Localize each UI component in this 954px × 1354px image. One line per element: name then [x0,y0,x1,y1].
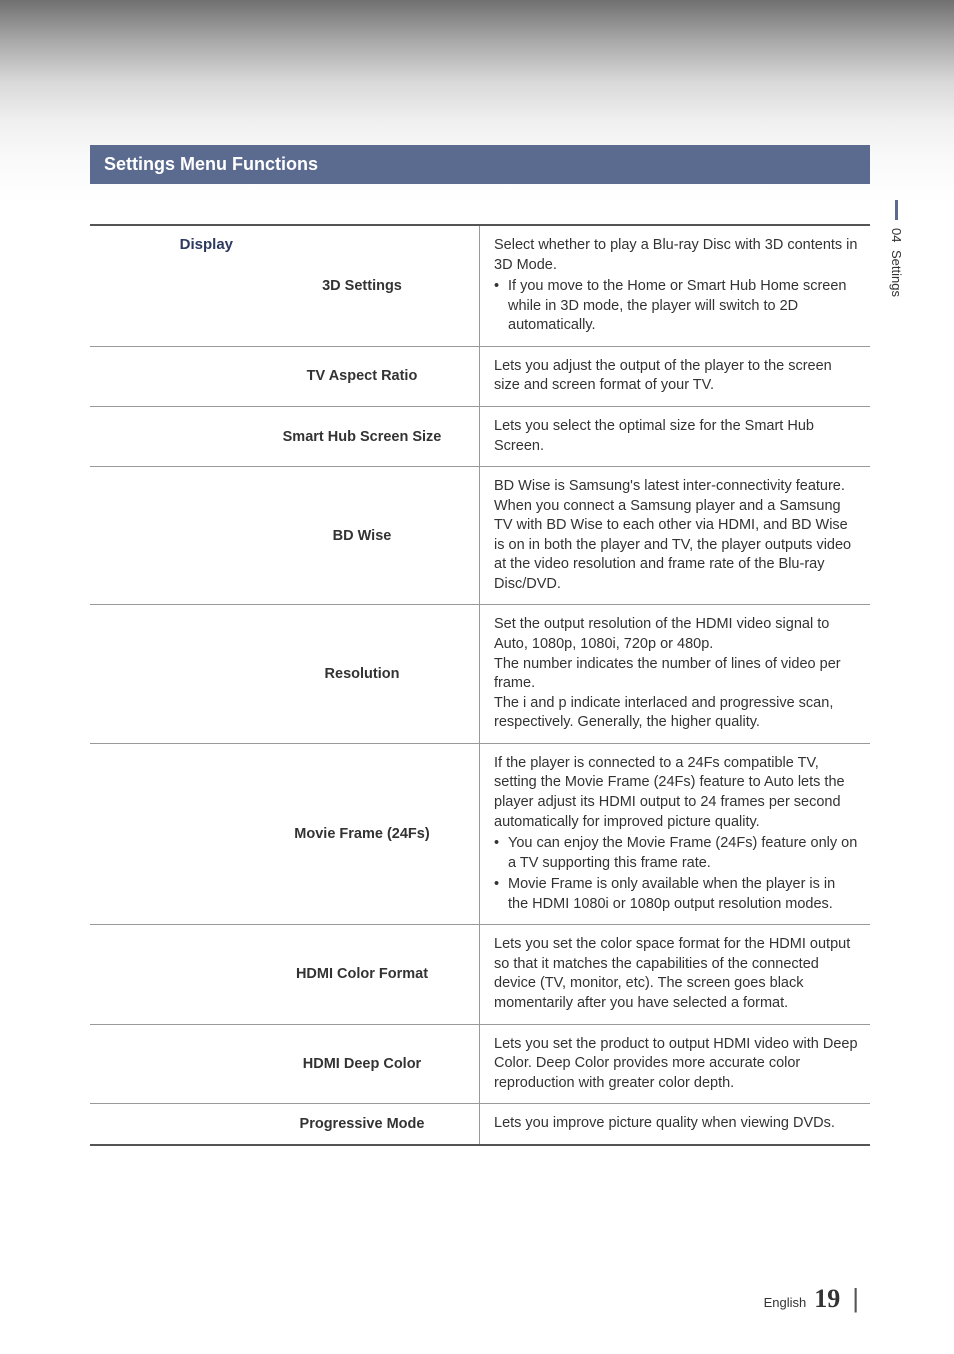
page-number: 19 [814,1284,840,1314]
desc-bullet: If you move to the Home or Smart Hub Hom… [494,277,858,336]
desc-bullet: You can enjoy the Movie Frame (24Fs) fea… [494,834,858,873]
settings-table: Display 3D Settings Select whether to pl… [90,224,870,1146]
table-row: HDMI Deep Color Lets you set the product… [90,1025,870,1105]
setting-name: TV Aspect Ratio [245,347,480,406]
setting-name: 3D Settings [245,226,480,346]
setting-name: HDMI Deep Color [245,1025,480,1104]
category-spacer [90,407,245,466]
category-spacer [90,605,245,742]
desc-text: Lets you improve picture quality when vi… [494,1115,835,1131]
category-spacer [90,1104,245,1144]
footer-language: English [764,1295,807,1310]
section-header: Settings Menu Functions [90,145,870,184]
desc-text: Set the output resolution of the HDMI vi… [494,616,841,730]
setting-description: Lets you set the color space format for … [480,925,870,1023]
table-row: Display 3D Settings Select whether to pl… [90,226,870,347]
setting-description: Lets you set the product to output HDMI … [480,1025,870,1104]
category-spacer [90,467,245,604]
table-row: Smart Hub Screen Size Lets you select th… [90,407,870,467]
setting-description: If the player is connected to a 24Fs com… [480,744,870,925]
desc-text: If the player is connected to a 24Fs com… [494,755,845,830]
table-row: HDMI Color Format Lets you set the color… [90,925,870,1024]
desc-text: Lets you adjust the output of the player… [494,358,832,394]
setting-description: Set the output resolution of the HDMI vi… [480,605,870,742]
desc-text: Lets you set the color space format for … [494,936,850,1011]
table-row: Movie Frame (24Fs) If the player is conn… [90,744,870,926]
table-row: TV Aspect Ratio Lets you adjust the outp… [90,347,870,407]
table-row: BD Wise BD Wise is Samsung's latest inte… [90,467,870,605]
setting-description: Select whether to play a Blu-ray Disc wi… [480,226,870,346]
category-label: Display [90,226,245,346]
setting-name: Progressive Mode [245,1104,480,1144]
setting-name: Movie Frame (24Fs) [245,744,480,925]
footer-divider-icon: | [852,1283,859,1314]
setting-description: BD Wise is Samsung's latest inter-connec… [480,467,870,604]
category-spacer [90,347,245,406]
setting-name: Resolution [245,605,480,742]
page-footer: English 19 | [764,1283,859,1314]
desc-bullet: Movie Frame is only available when the p… [494,875,858,914]
desc-text: Lets you select the optimal size for the… [494,418,814,454]
setting-description: Lets you select the optimal size for the… [480,407,870,466]
desc-text: Lets you set the product to output HDMI … [494,1036,858,1091]
side-tab: 04 Settings [889,200,904,297]
setting-description: Lets you improve picture quality when vi… [480,1104,870,1144]
side-tab-bar-icon [895,200,898,220]
setting-name: BD Wise [245,467,480,604]
desc-text: BD Wise is Samsung's latest inter-connec… [494,478,851,592]
table-row: Progressive Mode Lets you improve pictur… [90,1104,870,1144]
category-spacer [90,1025,245,1104]
category-spacer [90,744,245,925]
setting-name: Smart Hub Screen Size [245,407,480,466]
desc-text: Select whether to play a Blu-ray Disc wi… [494,237,857,273]
table-row: Resolution Set the output resolution of … [90,605,870,743]
setting-description: Lets you adjust the output of the player… [480,347,870,406]
chapter-label: Settings [889,250,904,297]
setting-name: HDMI Color Format [245,925,480,1023]
category-spacer [90,925,245,1023]
chapter-number: 04 [889,228,904,242]
